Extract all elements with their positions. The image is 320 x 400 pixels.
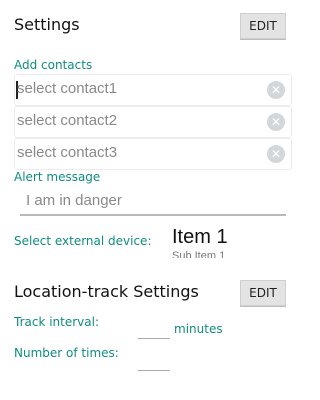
contact-input-3[interactable]: select contact3 — [17, 144, 117, 161]
external-device-label: Select external device: — [14, 234, 152, 248]
track-interval-label: Track interval: — [14, 315, 100, 329]
alert-message-input[interactable]: I am in danger — [26, 192, 122, 209]
clear-icon[interactable]: ✕ — [267, 145, 285, 163]
contact-field-1[interactable]: select contact1 ✕ — [14, 74, 292, 106]
external-device-spinner[interactable]: Item 1 Sub Item 1 — [170, 226, 290, 258]
track-interval-input[interactable] — [138, 338, 170, 339]
track-interval-unit: minutes — [174, 322, 223, 336]
add-contacts-label: Add contacts — [14, 58, 93, 72]
clear-icon[interactable]: ✕ — [267, 113, 285, 131]
location-settings-title: Location-track Settings — [14, 282, 199, 301]
location-edit-button[interactable]: EDIT — [240, 280, 286, 306]
external-device-next-item: Sub Item 1 — [172, 250, 226, 258]
external-device-selected[interactable]: Item 1 — [172, 226, 228, 249]
clear-icon[interactable]: ✕ — [267, 81, 285, 99]
settings-title: Settings — [14, 15, 80, 34]
number-of-times-input[interactable] — [138, 370, 170, 371]
contact-field-2[interactable]: select contact2 ✕ — [14, 106, 292, 138]
contact-field-3[interactable]: select contact3 ✕ — [14, 138, 292, 170]
number-of-times-label: Number of times: — [14, 346, 119, 360]
settings-edit-button[interactable]: EDIT — [240, 13, 286, 39]
contact-input-2[interactable]: select contact2 — [17, 112, 117, 129]
alert-message-underline — [20, 214, 286, 216]
contact-input-1[interactable]: select contact1 — [17, 80, 117, 97]
alert-message-label: Alert message — [14, 170, 101, 184]
